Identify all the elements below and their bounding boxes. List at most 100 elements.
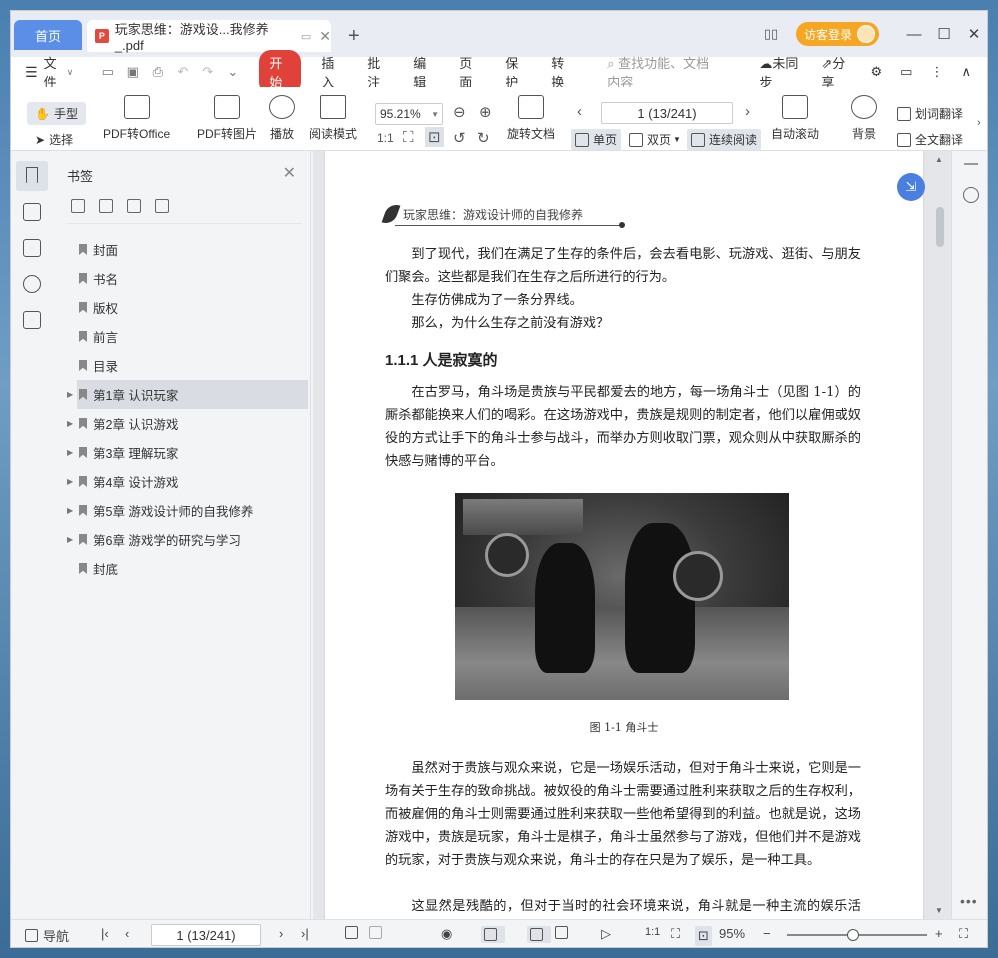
eye-icon[interactable]: ◉	[441, 926, 452, 942]
share-button[interactable]: ⇗分享	[821, 53, 852, 91]
document-tab[interactable]: P 玩家思维：游戏设...我修养_.pdf ▭ ✕	[87, 20, 331, 53]
rotate-right-icon[interactable]: ↻	[477, 129, 490, 147]
hand-tool-button[interactable]: ✋ 手型	[27, 102, 86, 125]
home-tab[interactable]: 首页	[14, 20, 82, 50]
list-item[interactable]: 前言	[55, 322, 308, 351]
bookmark-panel-tab[interactable]	[16, 161, 48, 191]
list-item[interactable]: 封底	[55, 554, 308, 583]
expand-icon[interactable]: ▶	[67, 535, 73, 544]
expand-icon[interactable]: ▶	[67, 477, 73, 486]
signature-icon[interactable]	[23, 311, 41, 329]
menu-protect[interactable]: 保护	[505, 53, 527, 91]
scroll-up-icon[interactable]: ▲	[935, 155, 943, 164]
next-page-icon[interactable]: ›	[279, 926, 283, 941]
attachment-icon[interactable]	[23, 275, 41, 293]
list-item[interactable]: ▶ 第5章 游戏设计师的自我修养	[55, 496, 308, 525]
actual-size-icon[interactable]: 1:1	[377, 131, 394, 145]
full-translate-button[interactable]: 全文翻译	[897, 131, 963, 148]
fullscreen-icon[interactable]: ⛶	[959, 926, 968, 942]
menu-page[interactable]: 页面	[459, 53, 481, 91]
comment-panel-icon[interactable]	[23, 239, 41, 257]
zoom-in-icon[interactable]: ⊕	[479, 103, 492, 121]
prev-page-icon[interactable]: ‹	[577, 103, 582, 120]
more-vertical-icon[interactable]: ⋮	[930, 64, 943, 80]
fit-width-icon[interactable]: ⊡	[695, 926, 712, 946]
sync-status[interactable]: ☁未同步	[759, 53, 803, 91]
last-page-icon[interactable]: ›|	[301, 926, 309, 941]
bookmark-remove-icon[interactable]	[155, 199, 169, 213]
rotate-left-icon[interactable]: ↺	[453, 129, 466, 147]
expand-icon[interactable]: ▶	[67, 390, 73, 399]
rotate-document-button[interactable]: 旋转文档	[507, 95, 555, 142]
add-bookmark-icon[interactable]	[71, 199, 85, 213]
menu-annotate[interactable]: 批注	[367, 53, 389, 91]
collapse-ribbon-icon[interactable]: ∧	[961, 64, 971, 80]
thumbnail-icon[interactable]	[23, 203, 41, 221]
more-dropdown-icon[interactable]: ⌄	[220, 64, 245, 80]
scroll-down-icon[interactable]: ▼	[935, 906, 943, 915]
close-window-button[interactable]: ✕	[959, 25, 987, 43]
open-icon[interactable]: ▭	[95, 64, 120, 80]
minimize-button[interactable]: —	[899, 26, 929, 43]
menu-edit[interactable]: 编辑	[413, 53, 435, 91]
chevron-right-icon[interactable]: ›	[977, 117, 981, 129]
expand-icon[interactable]: ▶	[67, 506, 73, 515]
list-item[interactable]: ▶ 第6章 游戏学的研究与学习	[55, 525, 308, 554]
add-child-bookmark-icon[interactable]	[99, 199, 113, 213]
close-tab-icon[interactable]: ✕	[319, 28, 331, 45]
zoom-out-icon[interactable]: ⊖	[453, 103, 466, 121]
zoom-select[interactable]: 95.21% ▼	[375, 103, 443, 125]
document-viewport[interactable]: 玩家思维：游戏设计师的自我修养 到了现代，我们在满足了生存的条件后，会去看电影、…	[313, 151, 971, 919]
forward-icon[interactable]	[369, 926, 387, 939]
scrollbar-thumb[interactable]	[936, 207, 944, 247]
list-item[interactable]: ▶ 第1章 认识玩家	[67, 380, 308, 409]
continuous-mode-icon[interactable]	[481, 926, 505, 943]
floating-tool-button[interactable]: ⇲	[897, 173, 925, 201]
first-page-icon[interactable]: |‹	[101, 926, 109, 941]
save-icon[interactable]: ▣	[120, 64, 145, 80]
print-icon[interactable]: ⎙	[145, 64, 170, 80]
settings-icon[interactable]: ⚙	[871, 64, 883, 80]
maximize-button[interactable]: ☐	[929, 25, 959, 43]
fit-page-icon[interactable]: ⛶	[403, 129, 414, 146]
close-icon[interactable]: ✕	[283, 163, 296, 183]
zoom-out-icon[interactable]: −	[763, 926, 771, 941]
menu-convert[interactable]: 转换	[551, 53, 573, 91]
new-tab-button[interactable]: +	[348, 25, 360, 48]
list-item[interactable]: ▶ 第2章 认识游戏	[55, 409, 308, 438]
zoom-in-icon[interactable]: +	[935, 926, 943, 941]
read-mode-button[interactable]: 阅读模式	[309, 95, 357, 142]
monitor-icon[interactable]: ▭	[301, 30, 311, 43]
background-button[interactable]: 背景	[851, 95, 877, 142]
next-page-icon[interactable]: ›	[745, 103, 750, 120]
expand-icon[interactable]: ▶	[67, 448, 73, 457]
prev-page-icon[interactable]: ‹	[125, 926, 129, 941]
pdf-to-office-button[interactable]: PDF转Office	[103, 95, 170, 142]
fit-width-icon[interactable]: ⊡	[425, 127, 444, 147]
list-item[interactable]: 封面	[55, 235, 308, 264]
play-button[interactable]: 播放	[269, 95, 295, 142]
layout-icon[interactable]: ▯▯	[760, 26, 782, 42]
single-page-button[interactable]: 单页	[571, 129, 622, 150]
expand-icon[interactable]: ▶	[67, 419, 73, 428]
guest-login-button[interactable]: 访客登录	[795, 22, 879, 46]
auto-scroll-button[interactable]: 自动滚动	[771, 95, 819, 142]
single-page-mode-icon[interactable]	[527, 926, 551, 943]
more-options-icon[interactable]: •••	[960, 893, 978, 909]
search-document-icon[interactable]	[963, 187, 979, 203]
continuous-read-button[interactable]: 连续阅读	[687, 129, 762, 150]
list-item[interactable]: 书名	[55, 264, 308, 293]
word-translate-button[interactable]: 划词翻译	[897, 105, 963, 122]
list-item[interactable]: ▶ 第3章 理解玩家	[55, 438, 308, 467]
select-tool-button[interactable]: ➤ 选择	[35, 131, 73, 148]
play-icon[interactable]: ▷	[601, 926, 611, 942]
back-icon[interactable]	[345, 926, 363, 939]
list-item[interactable]: ▶ 第4章 设计游戏	[55, 467, 308, 496]
list-item[interactable]: 目录	[55, 351, 308, 380]
pdf-to-image-button[interactable]: PDF转图片	[197, 95, 257, 142]
file-menu[interactable]: ☰ 文件 ∨	[25, 53, 73, 91]
bookmark-add-icon[interactable]	[127, 199, 141, 213]
zoom-slider-knob[interactable]	[847, 929, 859, 941]
list-item[interactable]: 版权	[55, 293, 308, 322]
status-page-input[interactable]: 1 (13/241)	[151, 924, 261, 946]
